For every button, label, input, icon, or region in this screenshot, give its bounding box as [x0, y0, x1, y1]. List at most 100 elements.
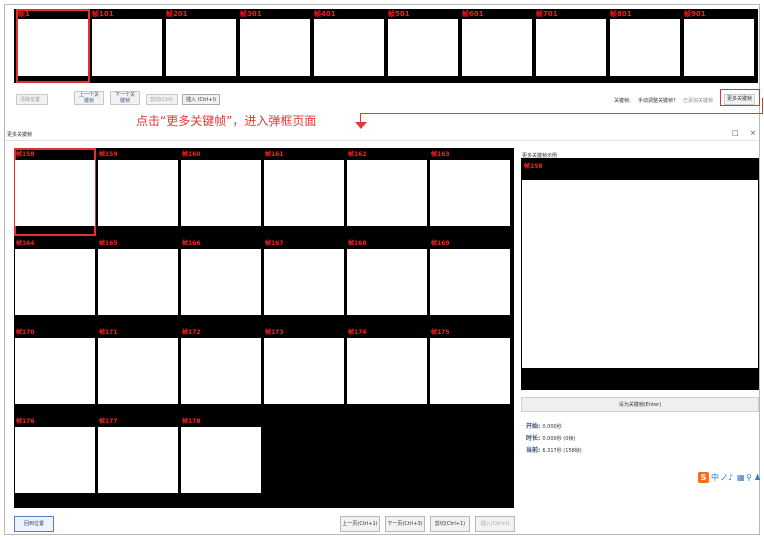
filmstrip-thumb[interactable]: 帧801 — [608, 9, 682, 83]
next-page-button[interactable]: 下一页(Ctrl+3) — [385, 516, 425, 532]
filmstrip-thumb[interactable]: 帧401 — [312, 9, 386, 83]
keyframe-cell[interactable]: 帧175 — [429, 326, 511, 414]
cell-label: 帧178 — [182, 418, 201, 425]
cell-image — [181, 338, 261, 404]
cell-label: 帧166 — [182, 240, 201, 247]
cell-image — [430, 160, 510, 226]
thumb-image — [462, 19, 532, 76]
info-key: 时长: — [526, 435, 541, 442]
filmstrip-thumb[interactable]: 帧701 — [534, 9, 608, 83]
keyframe-cell[interactable]: 帧178 — [180, 415, 262, 503]
cell-image — [98, 338, 178, 404]
cell-image — [264, 160, 344, 226]
filmstrip-thumb[interactable]: 帧601 — [460, 9, 534, 83]
cut-dialog-button[interactable]: 剪切(Ctrl+1) — [430, 516, 470, 532]
filmstrip-thumb[interactable]: 帧301 — [238, 9, 312, 83]
cell-image — [15, 160, 95, 226]
thumb-image — [240, 19, 310, 76]
thumb-label: 帧201 — [166, 10, 188, 18]
filmstrip-thumb[interactable]: 帧201 — [164, 9, 238, 83]
keyframe-option-manual[interactable]: 手动调整关键帧? — [638, 97, 676, 104]
thumb-image — [18, 19, 88, 76]
keyframe-cell[interactable]: 帧168 — [346, 237, 428, 325]
keyframe-cell[interactable]: 帧177 — [97, 415, 179, 503]
keyframe-cell[interactable]: 帧174 — [346, 326, 428, 414]
annotation-line — [762, 98, 763, 114]
top-filmstrip: 帧1 帧101 帧201 帧301 帧401 帧501 帧601 帧701 帧8… — [14, 9, 758, 83]
keyframe-cell[interactable]: 帧159 — [97, 148, 179, 236]
keyframe-cell[interactable]: 帧173 — [263, 326, 345, 414]
info-value: 0.000秒 — [542, 424, 562, 430]
cell-label: 帧175 — [431, 329, 450, 336]
annotation-text: 点击“更多关键帧”，进入弹框页面 — [136, 114, 317, 128]
filmstrip-thumb[interactable]: 帧1 — [16, 9, 90, 83]
cell-label: 帧161 — [265, 151, 284, 158]
cell-label: 帧167 — [265, 240, 284, 247]
keyframe-cell[interactable]: 帧164 — [14, 237, 96, 325]
dialog-divider — [5, 140, 759, 141]
keyframe-option-added[interactable]: 已添加关键帧 — [683, 97, 713, 104]
info-value: 6.317秒 (158帧) — [542, 448, 582, 454]
more-keyframes-highlight: 更多关键帧 — [720, 89, 760, 106]
set-keyframe-button[interactable]: 设为关键帧(Enter) — [521, 397, 759, 412]
prev-page-button[interactable]: 上一页(Ctrl+1) — [340, 516, 380, 532]
keyframe-cell[interactable]: 帧165 — [97, 237, 179, 325]
keyframe-cell[interactable]: 帧158 — [14, 148, 96, 236]
dialog-title: 更多关键帧 — [7, 132, 33, 138]
preview-frame-label: 帧158 — [524, 163, 543, 170]
restore-icon[interactable]: □ — [732, 129, 739, 137]
back-to-position-button[interactable]: 回到位置 — [14, 516, 54, 532]
info-value: 0.000秒 (0帧) — [542, 436, 576, 442]
keyframe-label: 关键帧: — [614, 98, 631, 104]
ime-logo-icon[interactable]: S — [698, 472, 709, 483]
keyframe-cell[interactable]: 帧170 — [14, 326, 96, 414]
next-keyframe-button[interactable]: 下一个关键帧 — [110, 91, 140, 105]
cell-image — [430, 249, 510, 315]
thumb-label: 帧801 — [610, 10, 632, 18]
keyframe-cell[interactable]: 帧166 — [180, 237, 262, 325]
filmstrip-thumb[interactable]: 帧101 — [90, 9, 164, 83]
info-duration: 时长: 0.000秒 (0帧) — [526, 433, 575, 442]
cell-label: 帧176 — [16, 418, 35, 425]
reset-position-button[interactable]: 清除位置 — [16, 94, 48, 105]
cell-image — [264, 249, 344, 315]
keyframe-cell[interactable]: 帧169 — [429, 237, 511, 325]
cell-label: 帧174 — [348, 329, 367, 336]
ime-keyboard-icon[interactable]: ▦ — [737, 472, 745, 483]
keyframe-cell[interactable]: 帧167 — [263, 237, 345, 325]
keyframe-cell[interactable]: 帧161 — [263, 148, 345, 236]
cut-button[interactable]: 剪切(Ctrl) — [146, 94, 178, 105]
keyframe-cell[interactable]: 帧176 — [14, 415, 96, 503]
keyframe-cell[interactable]: 帧162 — [346, 148, 428, 236]
keyframe-grid: 帧158 帧159 帧160 帧161 帧162 帧163 帧164 帧165 … — [14, 148, 514, 508]
preview-image — [522, 180, 758, 368]
insert-button[interactable]: 插入 (Ctrl+I) — [182, 94, 220, 105]
cell-label: 帧162 — [348, 151, 367, 158]
ime-punct-icon[interactable]: ノ — [720, 472, 728, 483]
ime-chinese-icon[interactable]: 中 — [711, 472, 719, 483]
close-icon[interactable]: × — [750, 129, 756, 137]
cell-label: 帧177 — [99, 418, 118, 425]
filmstrip-thumb[interactable]: 帧501 — [386, 9, 460, 83]
cell-image — [181, 249, 261, 315]
thumb-label: 帧701 — [536, 10, 558, 18]
cell-image — [98, 249, 178, 315]
cell-label: 帧163 — [431, 151, 450, 158]
cell-image — [347, 160, 427, 226]
ime-skin-icon[interactable]: ♟ — [754, 472, 761, 483]
keyframe-cell[interactable]: 帧172 — [180, 326, 262, 414]
cell-label: 帧169 — [431, 240, 450, 247]
more-keyframes-button[interactable]: 更多关键帧 — [724, 94, 756, 105]
ime-tools-icon[interactable]: ⚲ — [746, 472, 752, 483]
keyframe-cell[interactable]: 帧171 — [97, 326, 179, 414]
insert-dialog-button[interactable]: 插入(Ctrl+I) — [475, 516, 515, 532]
prev-keyframe-button[interactable]: 上一个关键帧 — [74, 91, 104, 105]
cell-image — [98, 427, 178, 493]
ime-voice-icon[interactable]: ♪ — [728, 472, 733, 483]
keyframe-cell[interactable]: 帧163 — [429, 148, 511, 236]
keyframe-cell[interactable]: 帧160 — [180, 148, 262, 236]
thumb-label: 帧601 — [462, 10, 484, 18]
cell-image — [15, 338, 95, 404]
filmstrip-thumb[interactable]: 帧901 — [682, 9, 756, 83]
ime-toolbar[interactable]: S 中 ノ ♪ ▦ ⚲ ♟ — [698, 472, 761, 484]
